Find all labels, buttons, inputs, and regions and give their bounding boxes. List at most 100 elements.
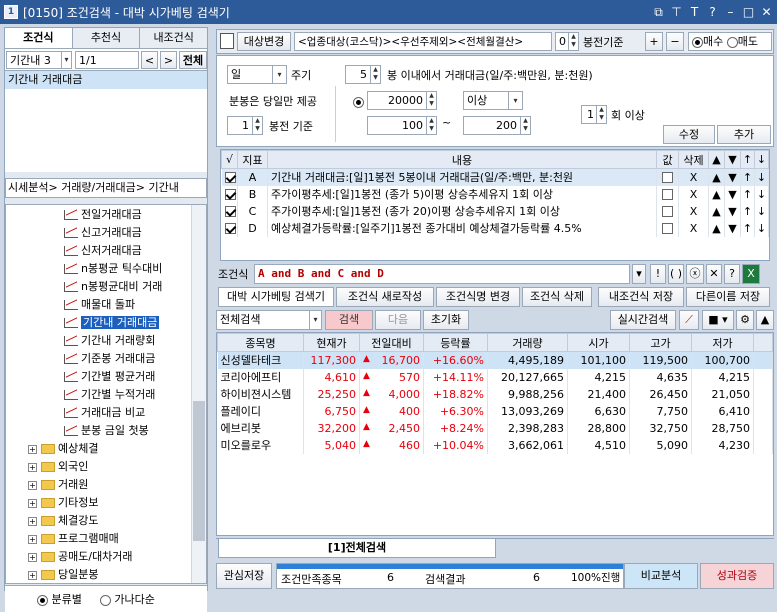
tree-item[interactable]: 거래대금 비교 <box>64 404 206 422</box>
period-dropdown[interactable]: 일 ▾ <box>227 65 287 84</box>
spinner-icon[interactable]: ▲ ▼ <box>252 117 262 134</box>
tree-folder[interactable]: + 체결강도 <box>28 512 206 530</box>
tab-my-conditions[interactable]: 내조건식 <box>140 28 208 48</box>
tree-folder[interactable]: + 프로그램매매 <box>28 530 206 548</box>
tree-item[interactable]: 기간내 거래대금 <box>64 314 206 332</box>
verify-button[interactable]: 성과검증 <box>700 563 774 589</box>
tree-item[interactable]: n봉평균대비 거래 <box>64 278 206 296</box>
tree-scrollbar[interactable] <box>191 205 206 583</box>
condition-row[interactable]: C 주가이평추세:[일]1봉전 (종가 20)이평 상승추세유지 1회 이상 X ▲ ▼… <box>221 202 769 220</box>
excel-icon[interactable]: X <box>742 264 760 284</box>
expand-icon[interactable]: + <box>28 462 37 472</box>
arrow-down-icon[interactable]: ↓ <box>754 202 769 220</box>
modify-button[interactable]: 수정 <box>663 125 715 144</box>
result-row[interactable]: 하이비젼시스템 25,250 ▲ 4,000 +18.82% 9,988,256 21,40… <box>217 385 773 403</box>
value-checkbox[interactable] <box>656 202 679 220</box>
tree-item[interactable]: 전일거래대금 <box>64 206 206 224</box>
row-checkbox[interactable] <box>221 168 238 186</box>
search-button[interactable]: 검색 <box>325 310 373 330</box>
value3-input[interactable]: 200 ▲ ▼ <box>463 116 531 135</box>
arrow-up-icon[interactable]: ↑ <box>740 168 755 186</box>
move-down-icon[interactable]: ▼ <box>724 150 741 169</box>
result-row[interactable]: 코리아에프티 4,610 ▲ 570 +14.11% 20,127,665 4,215 4,6… <box>217 368 773 386</box>
tree-item[interactable]: 기간내 거래량회 <box>64 332 206 350</box>
move-down-icon[interactable]: ▼ <box>724 185 741 203</box>
page-input[interactable]: 1/1 <box>75 51 139 69</box>
move-up-icon[interactable]: ▲ <box>708 168 725 186</box>
spinner-icon[interactable]: ▲ ▼ <box>426 117 436 134</box>
move-up-icon[interactable]: ▲ <box>708 185 725 203</box>
tree-item[interactable]: n봉평균 틱수대비 <box>64 260 206 278</box>
expand-icon[interactable]: + <box>28 516 37 526</box>
arrow-down-icon[interactable]: ↓ <box>754 150 769 169</box>
move-up-icon[interactable]: ▲ <box>708 150 725 169</box>
save-interest-button[interactable]: 관심저장 <box>216 563 272 589</box>
save-as-button[interactable]: 다른이름 저장 <box>686 287 770 307</box>
arrow-down-icon[interactable]: ↓ <box>754 168 769 186</box>
save-my-condition-button[interactable]: 내조건식 저장 <box>598 287 684 307</box>
tree-folder[interactable]: + 공매도/대차거래 <box>28 548 206 566</box>
result-row[interactable]: 미오를로우 5,040 ▲ 460 +10.04% 3,662,061 4,510 5,090… <box>217 436 773 454</box>
add-button[interactable]: 추가 <box>717 125 771 144</box>
period-select[interactable]: 기간내 3 ▾ <box>6 51 72 69</box>
arrow-up-icon[interactable]: ↑ <box>740 219 755 237</box>
rename-condition-button[interactable]: 조건식명 변경 <box>436 287 520 307</box>
delete-icon[interactable]: X <box>678 219 709 237</box>
window-icon[interactable] <box>220 33 234 49</box>
expand-icon[interactable]: + <box>28 552 37 562</box>
arrow-down-icon[interactable]: ↓ <box>754 185 769 203</box>
tree-folder[interactable]: + 당일분봉 <box>28 566 206 583</box>
expand-icon[interactable]: + <box>28 534 37 544</box>
result-header[interactable]: 시가 <box>567 333 630 352</box>
result-header[interactable]: 고가 <box>629 333 692 352</box>
condition-row[interactable]: A 기간내 거래대금:[일]1봉전 5봉이내 거래대금(일/주:백만, 분:천원 X… <box>221 168 769 186</box>
all-button[interactable]: 전체 <box>179 51 207 69</box>
tab-recommended[interactable]: 추천식 <box>72 28 141 48</box>
sort-by-category[interactable]: 분류별 <box>37 591 82 607</box>
tab-all-search[interactable]: [1]전체검색 <box>218 539 496 558</box>
move-down-icon[interactable]: ▼ <box>724 219 741 237</box>
realtime-search-button[interactable]: 실시간검색 <box>610 310 676 330</box>
compare-button[interactable]: 비교분석 <box>624 563 698 589</box>
plus-button[interactable]: + <box>645 32 663 51</box>
minimize-icon[interactable]: – <box>723 5 738 20</box>
move-up-icon[interactable]: ▲ <box>708 219 725 237</box>
move-up-icon[interactable]: ▲ <box>708 202 725 220</box>
search-mode-select[interactable]: 전체검색 ▾ <box>216 310 322 330</box>
delete-icon[interactable]: X <box>678 168 709 186</box>
spinner-icon[interactable]: ▲ ▼ <box>520 117 530 134</box>
next-button[interactable]: 다음 <box>375 310 421 330</box>
tree-item[interactable]: 기준봉 거래대금 <box>64 350 206 368</box>
bars-input[interactable]: 5 ▲ ▼ <box>345 65 381 84</box>
tree-item[interactable]: 신고거래대금 <box>64 224 206 242</box>
view-toggle-icon[interactable]: ■ ▾ <box>702 310 734 330</box>
condition-row[interactable]: B 주가이평추세:[일]1봉전 (종가 5)이평 상승추세유지 1회 이상 X ▲ ▼ ↑… <box>221 185 769 203</box>
delete-icon[interactable]: X <box>678 185 709 203</box>
base-bar-input[interactable]: 1 ▲ ▼ <box>227 116 263 135</box>
condition-dropdown[interactable]: 이상 ▾ <box>463 91 523 110</box>
selected-item[interactable]: 기간내 거래대금 <box>5 71 207 89</box>
arrow-up-icon[interactable]: ↑ <box>740 185 755 203</box>
result-header[interactable]: 종목명 <box>217 333 304 352</box>
base-value-input[interactable]: 0 ▲ ▼ <box>555 32 579 51</box>
sell-option[interactable]: 매도 <box>726 35 758 48</box>
delete-icon[interactable]: X <box>678 202 709 220</box>
move-down-icon[interactable]: ▼ <box>724 202 741 220</box>
tree-folder[interactable]: + 예상체결 <box>28 440 206 458</box>
tree-folder[interactable]: + 거래원 <box>28 476 206 494</box>
paren-button[interactable]: ( ) <box>668 264 684 284</box>
formula-input[interactable]: A and B and C and D <box>254 264 630 284</box>
range-radio-1[interactable] <box>353 96 364 108</box>
tree-item[interactable]: 기간별 평균거래 <box>64 368 206 386</box>
result-header[interactable]: 거래량 <box>487 333 568 352</box>
close-icon[interactable]: ✕ <box>759 5 774 20</box>
expand-icon[interactable]: + <box>28 498 37 508</box>
condition-name[interactable]: 대박 시가베팅 검색기 <box>218 287 334 307</box>
result-header[interactable]: 현재가 <box>303 333 360 352</box>
tree-item[interactable]: 신저거래대금 <box>64 242 206 260</box>
reset-button[interactable]: 초기화 <box>423 310 469 330</box>
tree-folder[interactable]: + 외국인 <box>28 458 206 476</box>
condition-row[interactable]: D 예상체결가등락률:[일주기]1봉전 종가대비 예상체결가등락률 4.5% X ▲ ▼… <box>221 219 769 237</box>
result-header[interactable]: 전일대비 <box>359 333 424 352</box>
xor-button[interactable]: ⓧ <box>686 264 704 284</box>
